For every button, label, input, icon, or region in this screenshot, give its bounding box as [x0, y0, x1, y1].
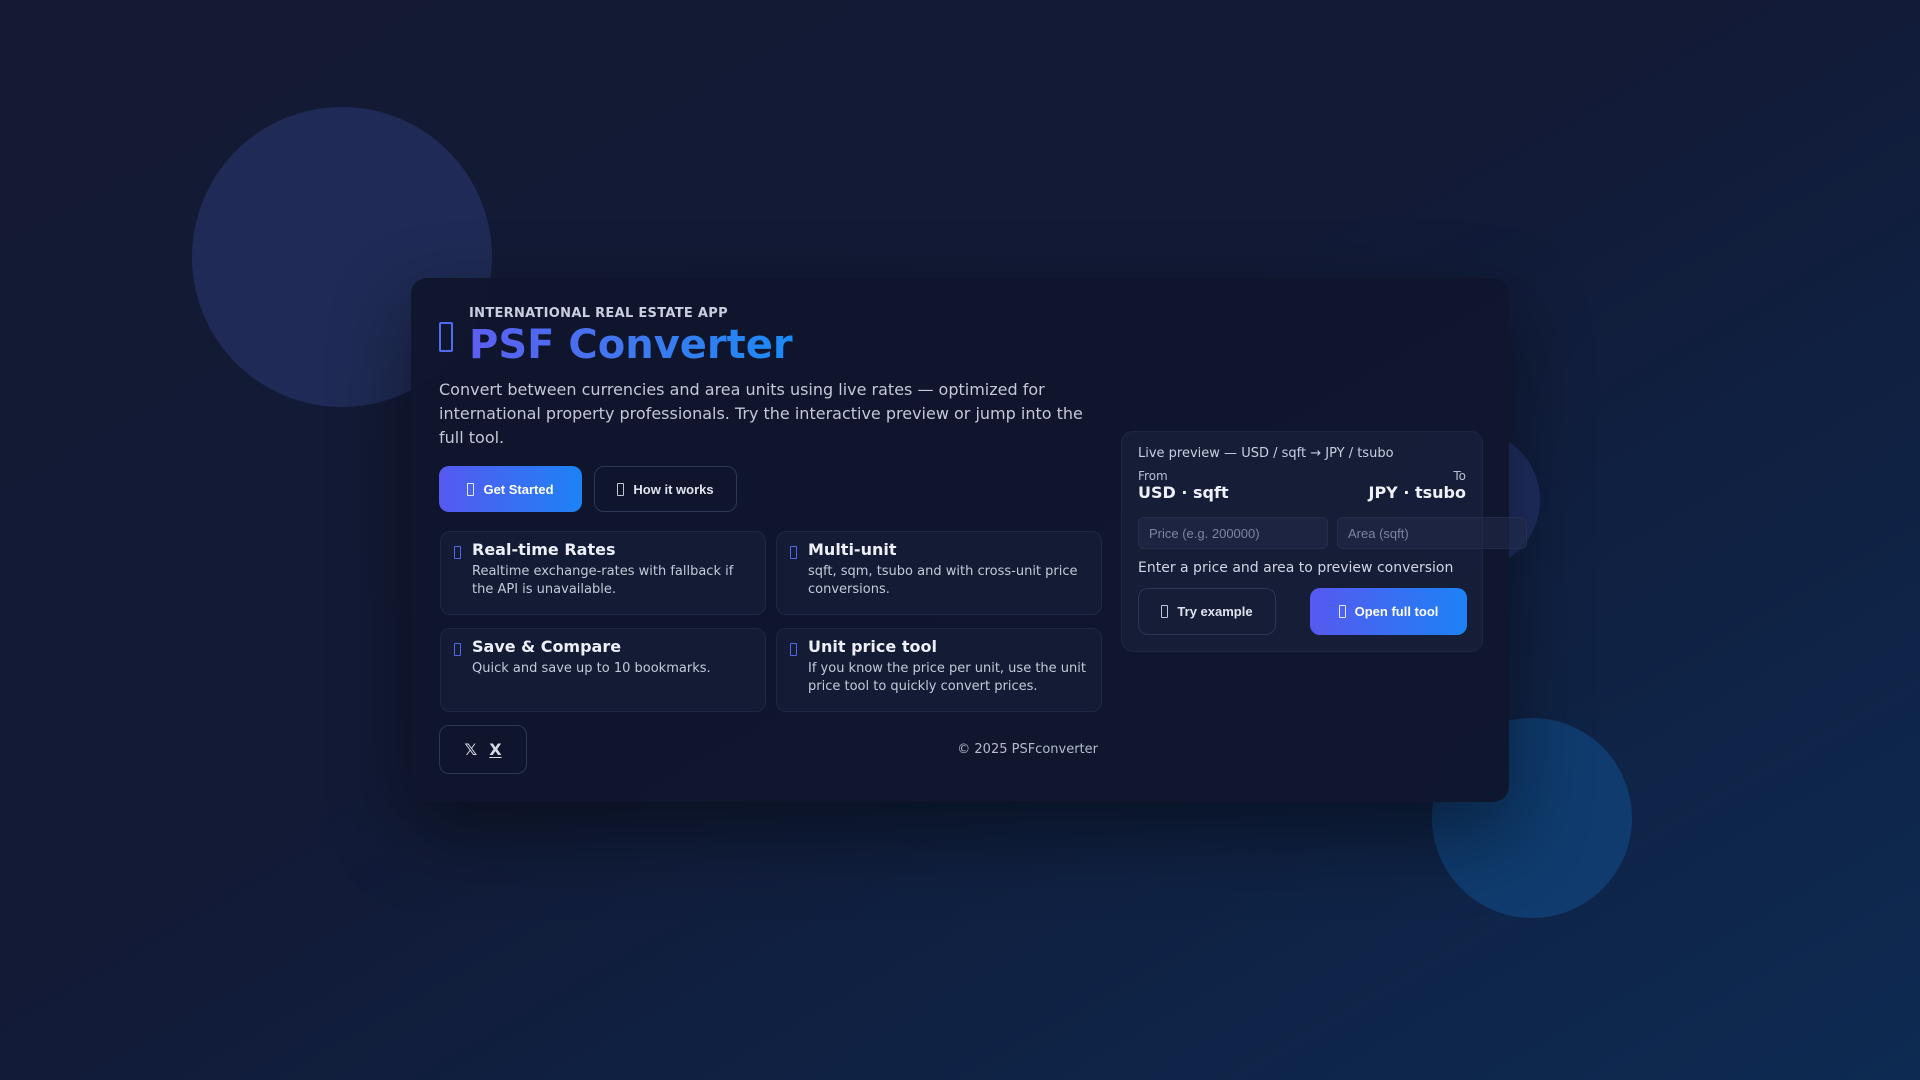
- copyright-text: © 2025 PSFconverter: [957, 742, 1098, 757]
- open-full-tool-button[interactable]: Open full tool: [1310, 588, 1467, 635]
- main-card: INTERNATIONAL REAL ESTATE APP PSF Conver…: [411, 278, 1527, 802]
- x-social-icon[interactable]: 𝕏: [464, 740, 477, 759]
- bookmark-icon: [454, 643, 461, 656]
- feature-card-multi-unit: Multi-unit sqft, sqm, tsubo and with cro…: [776, 531, 1102, 615]
- feature-text: Quick and save up to 10 bookmarks.: [472, 661, 711, 676]
- info-icon: [617, 482, 625, 496]
- page-title: PSF Converter: [469, 322, 793, 368]
- ruler-icon: [790, 546, 797, 559]
- open-full-tool-label: Open full tool: [1354, 604, 1439, 619]
- from-label: From: [1138, 469, 1168, 483]
- try-example-button[interactable]: Try example: [1138, 588, 1276, 635]
- feature-text: If you know the price per unit, use the …: [808, 661, 1086, 694]
- x-social-link[interactable]: X: [489, 740, 501, 759]
- feature-title: Multi-unit: [808, 540, 897, 559]
- feature-title: Unit price tool: [808, 637, 937, 656]
- preview-hint: Enter a price and area to preview conver…: [1138, 560, 1454, 576]
- bolt-icon: [454, 546, 461, 559]
- social-links: 𝕏 X: [439, 725, 527, 774]
- calculator-icon: [790, 643, 797, 656]
- to-unit-value: JPY · tsubo: [1368, 483, 1467, 502]
- feature-text: sqft, sqm, tsubo and with cross-unit pri…: [808, 564, 1078, 597]
- from-unit-value: USD · sqft: [1138, 483, 1229, 502]
- play-icon: [1161, 605, 1169, 618]
- feature-card-realtime-rates: Real-time Rates Realtime exchange-rates …: [440, 531, 766, 615]
- rocket-icon: [467, 482, 475, 496]
- feature-card-unit-price-tool: Unit price tool If you know the price pe…: [776, 628, 1102, 712]
- preview-title: Live preview — USD / sqft → JPY / tsubo: [1138, 446, 1394, 461]
- how-it-works-button[interactable]: How it works: [594, 466, 737, 512]
- external-link-icon: [1338, 605, 1346, 618]
- price-input[interactable]: [1138, 517, 1328, 549]
- get-started-button[interactable]: Get Started: [439, 466, 582, 512]
- feature-card-save-compare: Save & Compare Quick and save up to 10 b…: [440, 628, 766, 712]
- area-input[interactable]: [1337, 517, 1527, 549]
- to-label: To: [1453, 469, 1466, 483]
- how-it-works-label: How it works: [633, 481, 714, 497]
- feature-title: Real-time Rates: [472, 540, 616, 559]
- live-preview-panel: Live preview — USD / sqft → JPY / tsubo …: [1121, 431, 1527, 652]
- feature-title: Save & Compare: [472, 637, 622, 656]
- feature-text: Realtime exchange-rates with fallback if…: [472, 564, 734, 597]
- try-example-label: Try example: [1177, 604, 1253, 619]
- hero-description: Convert between currencies and area unit…: [439, 380, 1083, 447]
- eyebrow-label: INTERNATIONAL REAL ESTATE APP: [469, 306, 728, 321]
- get-started-label: Get Started: [483, 481, 554, 497]
- app-icon: [439, 322, 453, 352]
